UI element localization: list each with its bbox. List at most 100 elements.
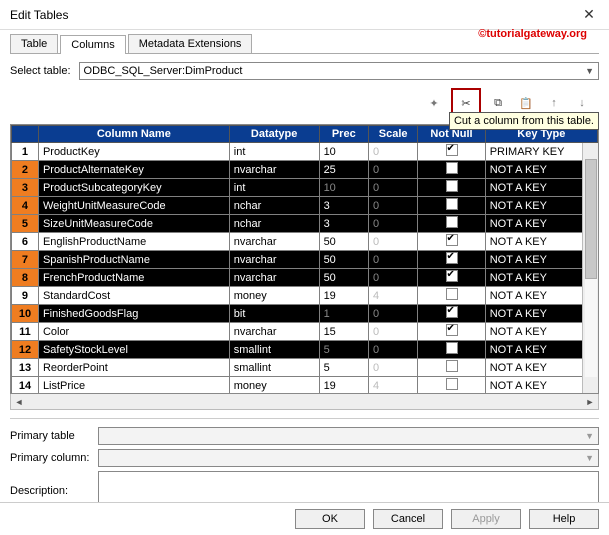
checkbox-icon[interactable] xyxy=(446,378,458,390)
header-column-name[interactable]: Column Name xyxy=(38,126,229,143)
table-row[interactable]: 14ListPricemoney194NOT A KEY xyxy=(12,377,598,395)
cell-datatype[interactable]: nchar xyxy=(229,215,319,233)
tab-columns[interactable]: Columns xyxy=(60,35,125,54)
cell-keytype[interactable]: NOT A KEY xyxy=(485,377,597,395)
scroll-left-icon[interactable]: ◄ xyxy=(11,397,27,407)
row-number[interactable]: 9 xyxy=(12,287,39,305)
table-row[interactable]: 6EnglishProductNamenvarchar500NOT A KEY xyxy=(12,233,598,251)
cell-datatype[interactable]: nvarchar xyxy=(229,161,319,179)
cell-notnull[interactable] xyxy=(418,179,485,197)
cell-datatype[interactable]: nvarchar xyxy=(229,269,319,287)
cell-datatype[interactable]: smallint xyxy=(229,359,319,377)
cell-scale[interactable]: 0 xyxy=(368,215,417,233)
checkbox-icon[interactable] xyxy=(446,270,458,282)
select-table-dropdown[interactable]: ODBC_SQL_Server:DimProduct ▼ xyxy=(79,62,599,80)
cell-scale[interactable]: 4 xyxy=(368,377,417,395)
cell-name[interactable]: WeightUnitMeasureCode xyxy=(38,197,229,215)
cell-scale[interactable]: 4 xyxy=(368,287,417,305)
cell-datatype[interactable]: money xyxy=(229,287,319,305)
checkbox-icon[interactable] xyxy=(446,216,458,228)
table-row[interactable]: 9StandardCostmoney194 NOT A KEY xyxy=(12,287,598,305)
cell-prec[interactable]: 10 xyxy=(319,143,368,161)
cell-prec[interactable]: 50 xyxy=(319,251,368,269)
primary-column-dropdown[interactable]: ▼ xyxy=(98,449,599,467)
cell-prec[interactable]: 10 xyxy=(319,179,368,197)
cell-notnull[interactable] xyxy=(418,359,485,377)
checkbox-icon[interactable] xyxy=(446,342,458,354)
table-row[interactable]: 13ReorderPointsmallint50NOT A KEY xyxy=(12,359,598,377)
cell-notnull[interactable] xyxy=(418,323,485,341)
row-number[interactable]: 8 xyxy=(12,269,39,287)
row-number[interactable]: 12 xyxy=(12,341,39,359)
primary-table-dropdown[interactable]: ▼ xyxy=(98,427,599,445)
cell-notnull[interactable] xyxy=(418,197,485,215)
cell-datatype[interactable]: int xyxy=(229,143,319,161)
cell-scale[interactable]: 0 xyxy=(368,179,417,197)
cell-name[interactable]: SafetyStockLevel xyxy=(38,341,229,359)
cell-keytype[interactable]: NOT A KEY xyxy=(485,161,597,179)
cell-notnull[interactable] xyxy=(418,377,485,395)
cell-notnull[interactable] xyxy=(418,341,485,359)
cell-keytype[interactable]: NOT A KEY xyxy=(485,287,597,305)
cell-datatype[interactable]: nvarchar xyxy=(229,251,319,269)
cell-name[interactable]: ListPrice xyxy=(38,377,229,395)
cell-prec[interactable]: 3 xyxy=(319,215,368,233)
cell-datatype[interactable]: nvarchar xyxy=(229,323,319,341)
row-number[interactable]: 10 xyxy=(12,305,39,323)
row-number[interactable]: 7 xyxy=(12,251,39,269)
table-row[interactable]: 12SafetyStockLevelsmallint50NOT A KEY xyxy=(12,341,598,359)
checkbox-icon[interactable] xyxy=(446,288,458,300)
cell-notnull[interactable] xyxy=(418,233,485,251)
cell-notnull[interactable] xyxy=(418,143,485,161)
row-number[interactable]: 6 xyxy=(12,233,39,251)
checkbox-icon[interactable] xyxy=(446,234,458,246)
cell-datatype[interactable]: bit xyxy=(229,305,319,323)
cell-scale[interactable]: 0 xyxy=(368,359,417,377)
scroll-right-icon[interactable]: ► xyxy=(582,397,598,407)
cell-datatype[interactable]: money xyxy=(229,377,319,395)
cell-keytype[interactable]: NOT A KEY xyxy=(485,269,597,287)
table-row[interactable]: 8FrenchProductNamenvarchar500NOT A KEY xyxy=(12,269,598,287)
cell-prec[interactable]: 25 xyxy=(319,161,368,179)
cell-prec[interactable]: 19 xyxy=(319,377,368,395)
cell-prec[interactable]: 5 xyxy=(319,359,368,377)
cell-keytype[interactable]: NOT A KEY xyxy=(485,197,597,215)
cell-keytype[interactable]: NOT A KEY xyxy=(485,251,597,269)
cell-name[interactable]: ProductKey xyxy=(38,143,229,161)
cell-datatype[interactable]: smallint xyxy=(229,341,319,359)
checkbox-icon[interactable] xyxy=(446,180,458,192)
copy-icon[interactable]: ⧉ xyxy=(487,92,509,114)
cell-prec[interactable]: 5 xyxy=(319,341,368,359)
cut-icon[interactable]: ✂ xyxy=(455,92,477,114)
cell-keytype[interactable]: NOT A KEY xyxy=(485,215,597,233)
row-number[interactable]: 11 xyxy=(12,323,39,341)
table-row[interactable]: 7SpanishProductNamenvarchar500NOT A KEY xyxy=(12,251,598,269)
cell-keytype[interactable]: NOT A KEY xyxy=(485,359,597,377)
cell-prec[interactable]: 50 xyxy=(319,269,368,287)
cell-keytype[interactable]: NOT A KEY xyxy=(485,179,597,197)
cell-name[interactable]: StandardCost xyxy=(38,287,229,305)
cell-prec[interactable]: 50 xyxy=(319,233,368,251)
cell-scale[interactable]: 0 xyxy=(368,161,417,179)
cell-keytype[interactable]: NOT A KEY xyxy=(485,233,597,251)
cell-notnull[interactable] xyxy=(418,215,485,233)
horizontal-scrollbar[interactable]: ◄ ► xyxy=(10,394,599,410)
table-row[interactable]: 1ProductKeyint100PRIMARY KEY xyxy=(12,143,598,161)
cell-prec[interactable]: 15 xyxy=(319,323,368,341)
cell-name[interactable]: SizeUnitMeasureCode xyxy=(38,215,229,233)
table-row[interactable]: 11Colornvarchar150NOT A KEY xyxy=(12,323,598,341)
cell-scale[interactable]: 0 xyxy=(368,233,417,251)
cell-keytype[interactable]: NOT A KEY xyxy=(485,323,597,341)
cell-name[interactable]: FrenchProductName xyxy=(38,269,229,287)
cell-prec[interactable]: 19 xyxy=(319,287,368,305)
table-row[interactable]: 5SizeUnitMeasureCodenchar30NOT A KEY xyxy=(12,215,598,233)
checkbox-icon[interactable] xyxy=(446,162,458,174)
cell-keytype[interactable]: NOT A KEY xyxy=(485,305,597,323)
cell-prec[interactable]: 1 xyxy=(319,305,368,323)
cell-scale[interactable]: 0 xyxy=(368,143,417,161)
cell-keytype[interactable]: PRIMARY KEY xyxy=(485,143,597,161)
ok-button[interactable]: OK xyxy=(295,509,365,529)
cell-name[interactable]: ProductAlternateKey xyxy=(38,161,229,179)
checkbox-icon[interactable] xyxy=(446,198,458,210)
cell-name[interactable]: ReorderPoint xyxy=(38,359,229,377)
